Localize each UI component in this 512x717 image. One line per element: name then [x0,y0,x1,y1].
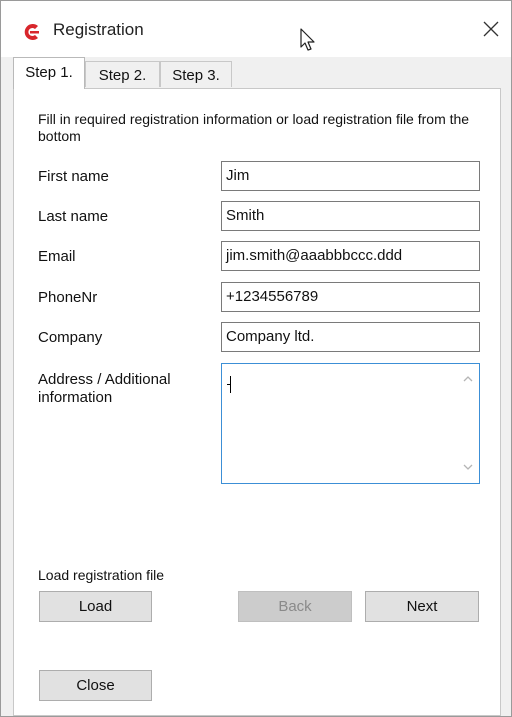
last-name-label: Last name [38,208,109,225]
address-textarea[interactable] [221,363,480,484]
tab-strip: Step 1. Step 2. Step 3. [13,57,501,89]
company-field[interactable]: Company ltd. [221,322,480,352]
first-name-label: First name [38,168,109,185]
scroll-down-arrow-icon[interactable] [461,460,475,474]
email-label: Email [38,248,76,265]
title-bar: Registration [1,1,511,57]
registration-window: Registration Step 1. Step 2. Step 3. Fil… [0,0,512,717]
tab-step-1[interactable]: Step 1. [13,57,85,89]
mouse-cursor-icon [300,28,315,51]
load-button[interactable]: Load [39,591,152,622]
last-name-field[interactable]: Smith [221,201,480,231]
phone-label: PhoneNr [38,289,98,306]
close-icon[interactable] [481,19,501,39]
email-field[interactable]: jim.smith@aaabbbccc.ddd [221,241,480,271]
instructions-text: Fill in required registration informatio… [38,111,470,144]
close-button[interactable]: Close [39,670,152,701]
company-label: Company [38,329,103,346]
first-name-field[interactable]: Jim [221,161,480,191]
text-caret-mark [227,384,231,385]
back-button[interactable]: Back [238,591,352,622]
textarea-scrollbar[interactable] [457,364,479,483]
scroll-up-arrow-icon[interactable] [461,372,475,386]
tab-step-3[interactable]: Step 3. [160,61,232,87]
tab-step-2[interactable]: Step 2. [85,61,160,87]
app-logo-icon [24,24,39,40]
phone-field[interactable]: +1234556789 [221,282,480,312]
load-file-label: Load registration file [38,567,165,583]
next-button[interactable]: Next [365,591,479,622]
window-title: Registration [53,20,144,39]
address-label: Address / Additional information [38,371,171,406]
